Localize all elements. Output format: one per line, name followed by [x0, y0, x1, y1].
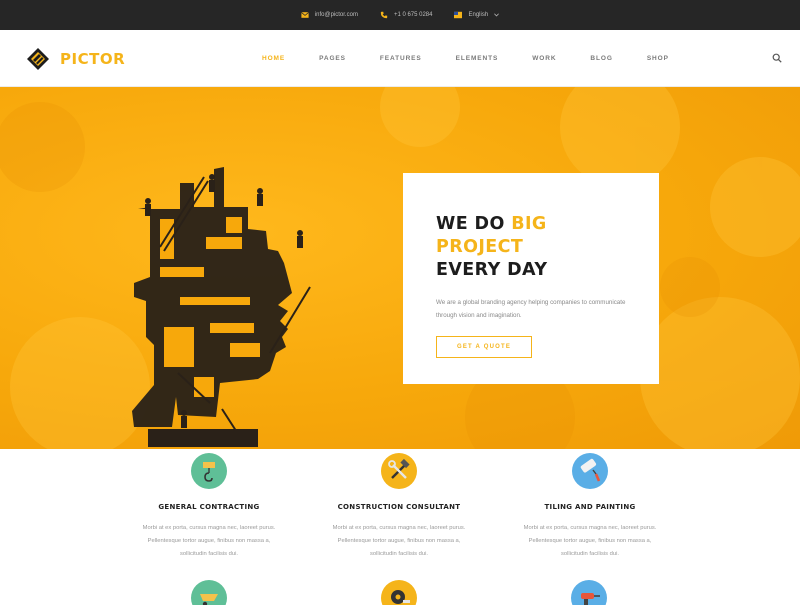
service-title: CONSTRUCTION CONSULTANT — [337, 503, 461, 511]
site-header: PICTOR HOME PAGES FEATURES ELEMENTS WORK… — [0, 30, 800, 87]
nav-item-shop[interactable]: SHOP — [647, 55, 669, 62]
get-a-quote-button[interactable]: GET A QUOTE — [436, 336, 532, 358]
service-description-line3: sollicitudin facilisis dui. — [370, 551, 428, 557]
service-description-line3: sollicitudin facilisis dui. — [180, 551, 238, 557]
drill-icon — [571, 580, 607, 605]
service-description: Morbi at ex porta, cursus magna nec, lao… — [299, 522, 499, 561]
service-description-line1: Morbi at ex porta, cursus magna nec, lao… — [142, 525, 276, 531]
hero-title: WE DO BIG PROJECT EVERY DAY — [436, 213, 627, 282]
topbar-email-text: info@pictor.com — [314, 12, 358, 18]
service-card-general-contracting: GENERAL CONTRACTING Morbi at ex porta, c… — [109, 453, 309, 561]
mail-icon — [300, 12, 309, 18]
top-bar: info@pictor.com +1 0 675 0284 English — [0, 0, 800, 30]
flag-icon — [454, 11, 463, 19]
paint-roller-icon — [572, 453, 608, 489]
service-description-line2: Pellentesque tortor augue, finibus non m… — [337, 538, 461, 544]
language-label: English — [468, 12, 489, 18]
logo-text: PICTOR — [60, 50, 126, 68]
nav-item-home[interactable]: HOME — [262, 55, 285, 62]
nav-item-work[interactable]: WORK — [532, 55, 556, 62]
chevron-down-icon — [494, 13, 500, 17]
crane-hook-icon — [191, 453, 227, 489]
nav-item-features[interactable]: FEATURES — [380, 55, 422, 62]
measuring-tape-icon — [381, 580, 417, 605]
service-title: GENERAL CONTRACTING — [158, 503, 260, 511]
service-card-construction-consultant: CONSTRUCTION CONSULTANT Morbi at ex port… — [299, 453, 499, 561]
service-description-line2: Pellentesque tortor augue, finibus non m… — [147, 538, 271, 544]
construction-head-illustration — [132, 167, 311, 447]
service-description-line3: sollicitudin facilisis dui. — [561, 551, 619, 557]
service-description-line1: Morbi at ex porta, cursus magna nec, lao… — [332, 525, 466, 531]
site-logo[interactable]: PICTOR — [26, 47, 125, 71]
topbar-phone[interactable]: +1 0 675 0284 — [380, 11, 433, 19]
service-description: Morbi at ex porta, cursus magna nec, lao… — [109, 522, 309, 561]
phone-icon — [380, 11, 388, 19]
service-description-line1: Morbi at ex porta, cursus magna nec, lao… — [523, 525, 657, 531]
service-card-tiling-and-painting: TILING AND PAINTING Morbi at ex porta, c… — [490, 453, 690, 561]
topbar-phone-text: +1 0 675 0284 — [393, 12, 433, 18]
service-title: TILING AND PAINTING — [544, 503, 636, 511]
services-section: GENERAL CONTRACTING Morbi at ex porta, c… — [0, 449, 800, 605]
hero-description: We are a global branding agency helping … — [436, 299, 626, 319]
search-icon[interactable] — [772, 53, 782, 63]
service-description-line2: Pellentesque tortor augue, finibus non m… — [528, 538, 652, 544]
hero-section: WE DO BIG PROJECT EVERY DAY We are a glo… — [0, 87, 800, 449]
service-description: Morbi at ex porta, cursus magna nec, lao… — [490, 522, 690, 561]
main-nav: HOME PAGES FEATURES ELEMENTS WORK BLOG S… — [262, 30, 669, 87]
logo-mark-icon — [27, 48, 49, 70]
nav-item-blog[interactable]: BLOG — [590, 55, 612, 62]
language-selector[interactable]: English — [454, 11, 500, 19]
nav-item-elements[interactable]: ELEMENTS — [456, 55, 499, 62]
wheelbarrow-icon — [191, 580, 227, 605]
hammer-wrench-icon — [381, 453, 417, 489]
nav-item-pages[interactable]: PAGES — [319, 55, 346, 62]
hero-card: WE DO BIG PROJECT EVERY DAY We are a glo… — [403, 173, 659, 384]
hero-title-pre: WE DO — [436, 214, 512, 234]
topbar-email[interactable]: info@pictor.com — [300, 11, 358, 19]
hero-title-line2: EVERY DAY — [436, 260, 548, 280]
